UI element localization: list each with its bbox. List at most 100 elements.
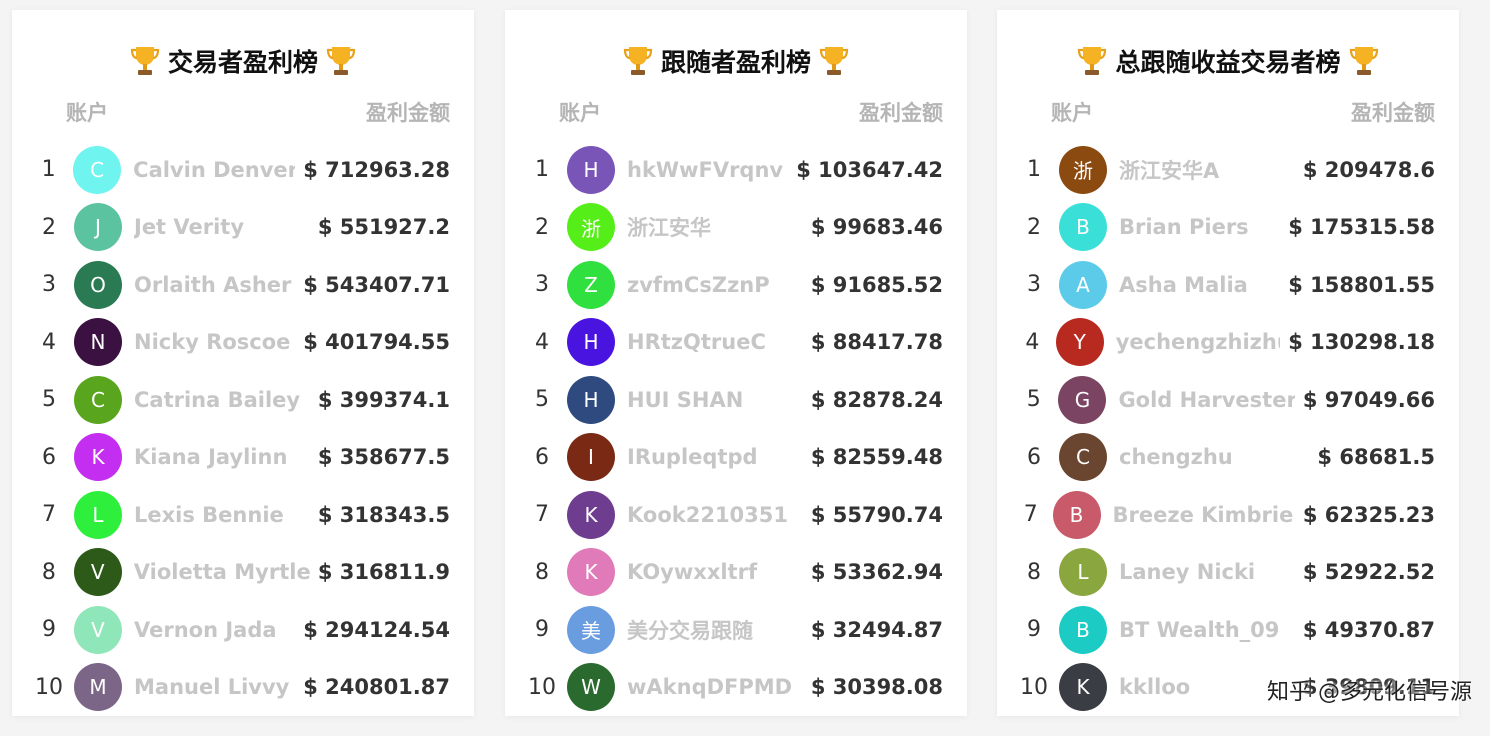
account-name[interactable]: 美分交易跟随 [627,615,803,645]
list-item[interactable]: 8 V Violetta Myrtle $ 316811.9 [12,544,474,602]
list-item[interactable]: 4 Yyechengzhizhu $ 130298.18 [997,314,1459,372]
avatar[interactable]: A [1059,260,1107,309]
list-item[interactable]: 4 H HRtzQtrueC $ 88417.78 [505,314,967,372]
profit-amount: $ 55790.74 [810,502,943,527]
list-item[interactable]: 10 WwAknqDFPMD $ 30398.08 [505,659,967,717]
account-name[interactable]: Breeze Kimbriella [1113,503,1295,527]
avatar[interactable]: K [567,548,615,597]
list-item[interactable]: 5 G Gold Harvester $ 97049.66 [997,371,1459,429]
list-item[interactable]: 10 M Manuel Livvy $ 240801.87 [12,659,474,717]
avatar[interactable]: I [567,433,615,482]
avatar[interactable]: N [74,318,122,367]
list-item[interactable]: 2 J Jet Verity $ 551927.2 [12,199,474,257]
leaderboard-total-follow-profit: 总跟随收益交易者榜 账户 盈利金额 1 浙浙江安华A $ 209478.6 2 B Bri… [997,10,1459,716]
account-name[interactable]: Lexis Bennie [134,503,310,527]
list-item[interactable]: 4 N Nicky Roscoe $ 401794.55 [12,314,474,372]
list-item[interactable]: 2 浙浙江安华 $ 99683.46 [505,199,967,257]
list-item[interactable]: 1 HhkWwFVrqnv $ 103647.42 [505,141,967,199]
account-name[interactable]: Kook2210351 [627,503,803,527]
list-item[interactable]: 2 B Brian Piers $ 175315.58 [997,199,1459,257]
avatar[interactable]: B [1059,605,1107,654]
avatar[interactable]: Y [1055,318,1104,367]
avatar[interactable]: M [74,663,122,712]
account-name[interactable]: Gold Harvester [1118,388,1294,412]
account-name[interactable]: Nicky Roscoe [134,330,295,354]
list-item[interactable]: 6 K Kiana Jaylinn $ 358677.5 [12,429,474,487]
account-name[interactable]: HRtzQtrueC [627,330,803,354]
account-name[interactable]: wAknqDFPMD [627,675,803,699]
list-item[interactable]: 5 H HUI SHAN $ 82878.24 [505,371,967,429]
list-item[interactable]: 1 C Calvin Denver $ 712963.28 [12,141,474,199]
account-name[interactable]: HUI SHAN [627,388,803,412]
avatar[interactable]: H [567,375,615,424]
avatar[interactable]: L [74,490,122,539]
account-name[interactable]: Calvin Denver [133,158,295,182]
account-name[interactable]: IRupleqtpd [627,445,803,469]
account-name[interactable]: Orlaith Asher [134,273,295,297]
account-name[interactable]: Kiana Jaylinn [134,445,310,469]
account-name[interactable]: Manuel Livvy [134,675,295,699]
avatar[interactable]: B [1052,490,1101,539]
avatar[interactable]: G [1058,375,1107,424]
avatar[interactable]: W [567,663,615,712]
list-item[interactable]: 9 B BT Wealth_09 $ 49370.87 [997,601,1459,659]
profit-amount: $ 32494.87 [810,617,943,642]
rank-number: 4 [1025,329,1040,355]
list-item[interactable]: 5 C Catrina Bailey $ 399374.1 [12,371,474,429]
list-item[interactable]: 7B Breeze Kimbriella $ 62325.23 [997,486,1459,544]
account-name[interactable]: Catrina Bailey [134,388,310,412]
list-item[interactable]: 6 I IRupleqtpd $ 82559.48 [505,429,967,487]
avatar[interactable]: K [567,490,615,539]
list-item[interactable]: 3 A Asha Malia $ 158801.55 [997,256,1459,314]
list-item[interactable]: 3 O Orlaith Asher $ 543407.71 [12,256,474,314]
column-header: 账户 盈利金额 [12,92,474,132]
profit-amount: $ 88417.78 [810,330,943,355]
account-name[interactable]: hkWwFVrqnv [627,158,788,182]
avatar[interactable]: C [73,145,122,194]
account-name[interactable]: Laney Nicki [1119,560,1295,584]
avatar[interactable]: 浙 [1059,145,1107,194]
account-name[interactable]: Vernon Jada [134,618,295,642]
avatar[interactable]: 美 [567,605,615,654]
list-item[interactable]: 8 K KOywxxltrf $ 53362.94 [505,544,967,602]
account-name[interactable]: chengzhu [1119,445,1309,469]
list-item[interactable]: 8 L Laney Nicki $ 52922.52 [997,544,1459,602]
avatar[interactable]: L [1059,548,1107,597]
account-name[interactable]: yechengzhizhu [1116,330,1280,354]
column-profit: 盈利金额 [859,101,943,125]
list-item[interactable]: 6 Cchengzhu $ 68681.5 [997,429,1459,487]
avatar[interactable]: K [1059,663,1107,712]
account-name[interactable]: Asha Malia [1119,273,1280,297]
list-item[interactable]: 9 美美分交易跟随 $ 32494.87 [505,601,967,659]
avatar[interactable]: H [567,145,615,194]
account-name[interactable]: Jet Verity [134,215,310,239]
profit-amount: $ 53362.94 [810,560,943,585]
list-item[interactable]: 3 ZzvfmCsZznP $ 91685.52 [505,256,967,314]
profit-amount: $ 712963.28 [303,157,450,182]
profit-amount: $ 62325.23 [1302,502,1435,527]
avatar[interactable]: O [74,260,122,309]
avatar[interactable]: K [74,433,122,482]
avatar[interactable]: C [74,375,122,424]
account-name[interactable]: Brian Piers [1119,215,1280,239]
list-item[interactable]: 7 L Lexis Bennie $ 318343.5 [12,486,474,544]
profit-amount: $ 30398.08 [810,675,943,700]
account-name[interactable]: Violetta Myrtle [134,560,310,584]
avatar[interactable]: C [1059,433,1107,482]
avatar[interactable]: B [1059,203,1107,252]
avatar[interactable]: V [73,548,122,597]
list-item[interactable]: 1 浙浙江安华A $ 209478.6 [997,141,1459,199]
account-name[interactable]: zvfmCsZznP [627,273,803,297]
avatar[interactable]: H [567,318,615,367]
avatar[interactable]: 浙 [567,203,615,252]
account-name[interactable]: BT Wealth_09 [1119,618,1295,642]
account-name[interactable]: 浙江安华A [1119,155,1295,185]
list-item[interactable]: 9 V Vernon Jada $ 294124.54 [12,601,474,659]
account-name[interactable]: 浙江安华 [627,212,803,242]
avatar[interactable]: Z [567,260,615,309]
profit-amount: $ 401794.55 [303,330,450,355]
avatar[interactable]: V [74,605,122,654]
account-name[interactable]: KOywxxltrf [627,560,803,584]
avatar[interactable]: J [74,203,122,252]
list-item[interactable]: 7 K Kook2210351 $ 55790.74 [505,486,967,544]
